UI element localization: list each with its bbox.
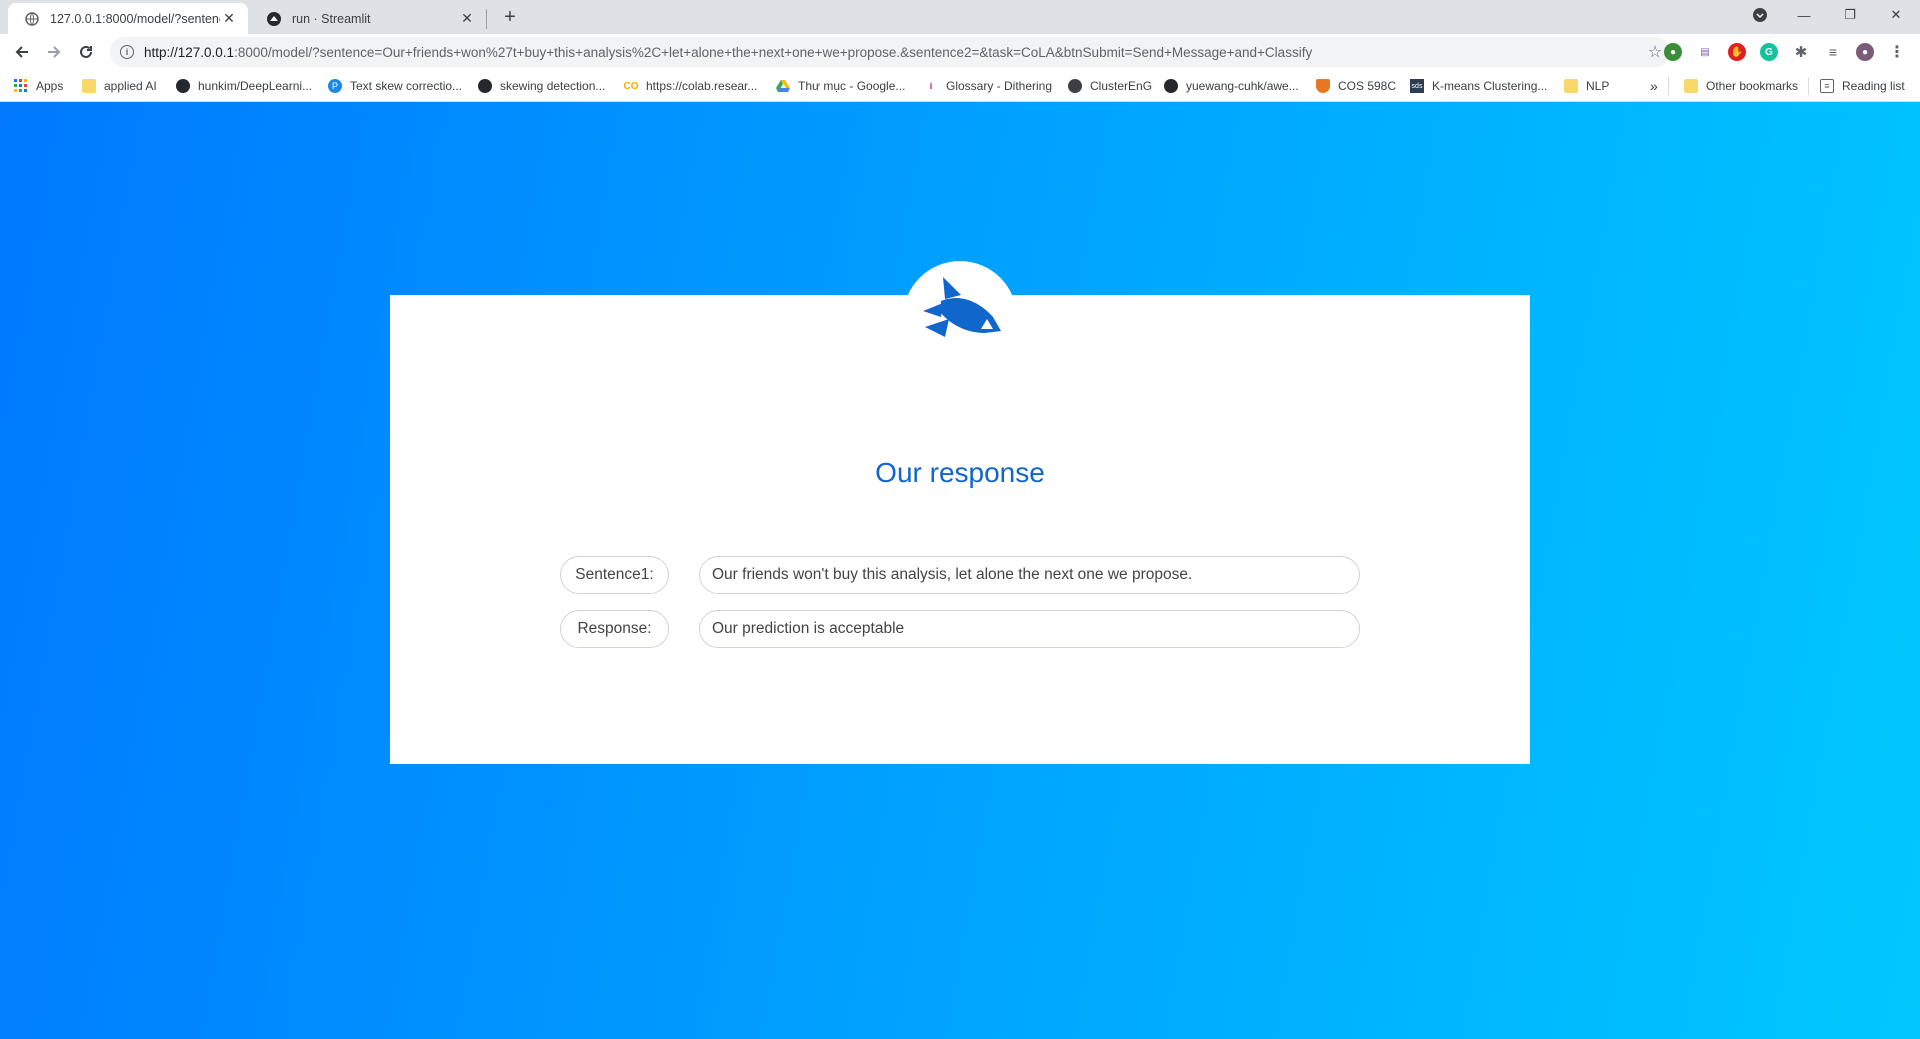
extension-adblock-icon[interactable]: ✋ [1728,43,1746,61]
bookmark-label: COS 598C [1338,79,1397,93]
bookmark-applied-ai[interactable]: applied AI [82,70,157,102]
extension-globe-icon[interactable]: ● [1664,43,1682,61]
folder-icon [82,79,96,93]
bookmark-apps[interactable]: Apps [14,70,63,102]
bookmark-label: hunkim/DeepLearni... [198,79,313,93]
bookmark-label: Thư mục - Google... [798,79,906,93]
bookmark-yuewang[interactable]: yuewang-cuhk/awe... [1164,70,1299,102]
extensions-puzzle-icon[interactable]: ✱ [1792,43,1810,61]
site-icon: sds [1410,79,1424,93]
restore-button[interactable]: ❐ [1828,0,1872,30]
close-tab-icon[interactable]: ✕ [458,10,476,28]
logo-badge [903,261,1017,375]
browser-toolbar: i http://127.0.0.1:8000/model/?sentence=… [0,34,1920,70]
reload-button[interactable] [72,38,100,66]
bookmark-glossary[interactable]: i Glossary - Dithering [924,70,1052,102]
bookmark-nlp[interactable]: NLP [1564,70,1609,102]
bookmark-label: yuewang-cuhk/awe... [1186,79,1299,93]
bookmark-label: NLP [1586,79,1610,93]
bookmark-label: https://colab.resear... [646,79,758,93]
globe-icon [1068,79,1082,93]
reload-icon [80,45,92,58]
streamlit-icon [266,11,282,27]
sentence1-label: Sentence1: [560,556,669,594]
tab-streamlit[interactable]: run · Streamlit ✕ [250,3,486,34]
more-menu-icon[interactable]: ⋮ [1888,43,1906,61]
bookmark-hunkim[interactable]: hunkim/DeepLearni... [176,70,312,102]
page-title: Our response [875,457,1045,488]
forward-button[interactable] [40,38,68,66]
rocket-icon [923,277,1001,337]
bookmark-clustereng[interactable]: ClusterEnG [1068,70,1152,102]
bookmark-skewing[interactable]: skewing detection... [478,70,605,102]
tab-model[interactable]: 127.0.0.1:8000/model/?sentence ✕ [8,3,248,34]
new-tab-button[interactable]: + [498,5,522,29]
forward-arrow-icon [48,46,61,58]
grammarly-icon[interactable]: G [1760,43,1778,61]
response-field[interactable]: Our prediction is acceptable [699,610,1360,648]
bookmark-colab[interactable]: CO https://colab.resear... [623,70,758,102]
bookmarks-overflow-chevron-icon[interactable]: » [1650,70,1658,102]
site-info-icon[interactable]: i [120,45,134,59]
bookmark-label: applied AI [104,79,157,93]
tab-strip: 127.0.0.1:8000/model/?sentence ✕ run · S… [0,0,1920,34]
github-icon [176,79,190,93]
bookmark-label: Apps [36,79,64,93]
bookmark-label: K-means Clustering... [1432,79,1548,93]
close-tab-icon[interactable]: ✕ [220,10,238,28]
bookmark-label: ClusterEnG [1090,79,1153,93]
bookmark-label: Other bookmarks [1706,79,1799,93]
bookmark-other[interactable]: Other bookmarks [1684,70,1798,102]
site-icon: i [929,81,933,91]
colab-icon: CO [623,80,639,92]
page-background: Our response Sentence1: Our friends won'… [0,102,1920,1039]
bookmark-cos598c[interactable]: COS 598C [1316,70,1396,102]
bookmark-text-skew[interactable]: P Text skew correctio... [328,70,462,102]
github-icon [1164,79,1178,93]
bookmarks-divider [1808,77,1809,95]
reading-list-button[interactable]: ≡ Reading list [1820,70,1905,102]
bookmarks-divider [1668,77,1669,95]
tab-search-icon[interactable] [1738,0,1782,30]
drive-icon [776,79,790,93]
bookmark-kmeans[interactable]: sds K-means Clustering... [1410,70,1547,102]
site-icon: P [328,79,342,93]
princeton-icon [1316,79,1330,93]
address-bar[interactable]: i http://127.0.0.1:8000/model/?sentence=… [110,37,1670,67]
url-text[interactable]: http://127.0.0.1:8000/model/?sentence=Ou… [144,45,1640,60]
sentence1-field[interactable]: Our friends won't buy this analysis, let… [699,556,1360,594]
tab-title: 127.0.0.1:8000/model/?sentence [50,11,220,26]
media-control-icon[interactable]: ≡ [1824,43,1842,61]
tab-title: run · Streamlit [292,11,371,26]
back-arrow-icon [15,46,28,58]
bookmark-label: Text skew correctio... [350,79,463,93]
back-button[interactable] [8,38,36,66]
bookmark-drive[interactable]: Thư mục - Google... [776,70,905,102]
reading-list-label: Reading list [1842,79,1905,93]
bookmark-label: skewing detection... [500,79,606,93]
profile-avatar[interactable]: ● [1856,43,1874,61]
folder-icon [1684,79,1698,93]
apps-grid-icon [14,79,28,93]
close-window-button[interactable]: ✕ [1874,0,1918,30]
folder-icon [1564,79,1578,93]
globe-icon [24,11,40,27]
response-label: Response: [560,610,669,648]
extension-doc-icon[interactable]: ▤ [1696,43,1714,61]
bookmark-label: Glossary - Dithering [946,79,1053,93]
reading-list-icon: ≡ [1820,79,1834,93]
minimize-button[interactable]: — [1782,0,1826,30]
tab-divider [486,9,487,29]
github-icon [478,79,492,93]
bookmarks-bar: Apps applied AI hunkim/DeepLearni... P T… [0,70,1920,102]
